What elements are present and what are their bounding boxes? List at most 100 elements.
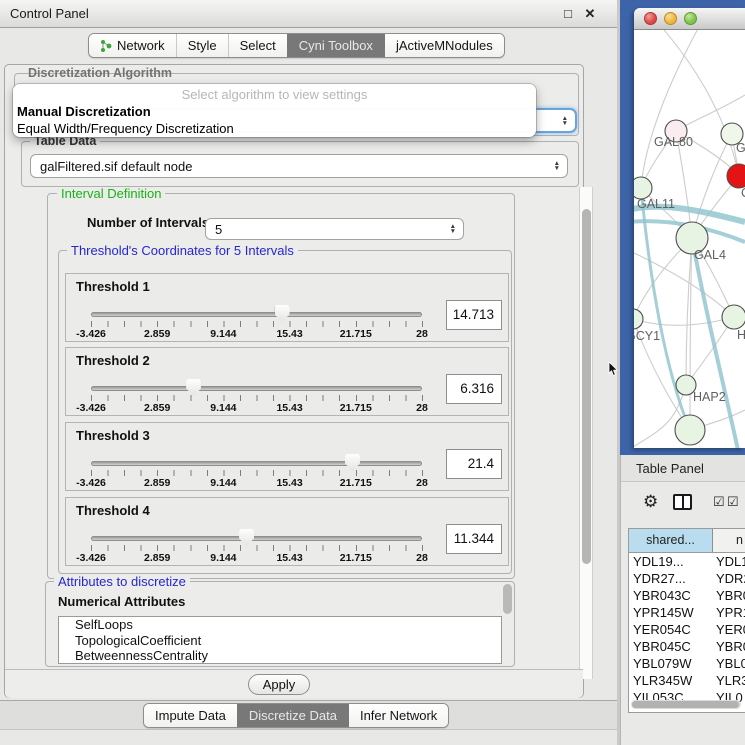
dropdown-option[interactable]: Equal Width/Frequency Discretization — [13, 120, 536, 137]
table-cell: YDR2 — [713, 570, 745, 587]
zoom-traffic-light-icon[interactable] — [684, 12, 697, 25]
node-label: HAP2 — [693, 390, 726, 404]
tab-impute-data[interactable]: Impute Data — [144, 704, 237, 727]
list-item[interactable]: SelfLoops — [59, 617, 501, 633]
minimize-traffic-light-icon[interactable] — [664, 12, 677, 25]
tick-label: -3.426 — [76, 477, 106, 489]
top-tab-bar: Network Style Select Cyni Toolbox jActiv… — [88, 33, 505, 58]
threshold-slider[interactable]: -3.4262.8599.14415.4321.71528 — [91, 528, 422, 564]
slider-thumb-icon[interactable] — [345, 454, 360, 471]
network-node[interactable] — [727, 164, 745, 188]
table-row[interactable]: YDL19...YDL1 — [629, 553, 745, 570]
tab-network[interactable]: Network — [89, 34, 176, 57]
slider-thumb-icon[interactable] — [275, 305, 290, 322]
tick-label: 21.715 — [340, 402, 372, 414]
close-icon[interactable]: ✕ — [582, 6, 598, 22]
list-scrollbar[interactable] — [503, 584, 512, 614]
network-edge[interactable] — [660, 30, 739, 176]
table-cell: YDL1 — [713, 553, 745, 570]
tab-jactivemnodules[interactable]: jActiveMNodules — [384, 34, 504, 57]
table-cell: YBL0 — [713, 655, 745, 672]
slider-ticks — [91, 545, 423, 551]
slider-track[interactable] — [91, 386, 422, 391]
gear-icon[interactable]: ⚙ — [643, 492, 658, 512]
network-node[interactable] — [634, 309, 643, 329]
combo-arrows-icon: ▲▼ — [562, 116, 568, 126]
threshold-slider[interactable]: -3.4262.8599.14415.4321.71528 — [91, 304, 422, 340]
table-row[interactable]: YBR043CYBR0 — [629, 587, 745, 604]
slider-tick-labels: -3.4262.8599.14415.4321.71528 — [91, 477, 422, 489]
tab-discretize-data[interactable]: Discretize Data — [237, 704, 348, 727]
numerical-attributes-list[interactable]: SelfLoopsTopologicalCoefficientBetweenne… — [58, 616, 502, 664]
tab-cyni-toolbox[interactable]: Cyni Toolbox — [287, 34, 384, 57]
network-view-window[interactable]: GAL80GCGAL11GAL4GCY1HHAP2 — [634, 8, 745, 448]
threshold-slider[interactable]: -3.4262.8599.14415.4321.71528 — [91, 453, 422, 489]
table-data-group: Table Data galFiltered.sif default node … — [21, 141, 579, 187]
bottom-tab-bar: Impute Data Discretize Data Infer Networ… — [143, 703, 449, 728]
table-cell: YPR1 — [713, 604, 745, 621]
slider-tick-labels: -3.4262.8599.14415.4321.71528 — [91, 328, 422, 340]
tick-label: 9.144 — [210, 402, 236, 414]
split-columns-icon[interactable] — [673, 494, 692, 510]
settings-scrollbar[interactable] — [579, 187, 593, 679]
checkbox-icon[interactable]: ☑ — [727, 494, 739, 510]
table-cell: YER054C — [629, 621, 713, 638]
tab-select[interactable]: Select — [228, 34, 287, 57]
dropdown-option[interactable]: Manual Discretization — [13, 103, 536, 120]
scrollbar-thumb[interactable] — [632, 701, 739, 708]
tab-style[interactable]: Style — [176, 34, 228, 57]
network-edge[interactable] — [634, 317, 734, 325]
tab-infer-network[interactable]: Infer Network — [348, 704, 448, 727]
table-row[interactable]: YBR045CYBR0 — [629, 638, 745, 655]
network-edge[interactable] — [641, 30, 700, 188]
slider-track[interactable] — [91, 536, 422, 541]
column-header-name[interactable]: n — [713, 529, 745, 552]
table-toolbar: ⚙ ☑ ☑ — [627, 487, 745, 521]
column-header-shared-name[interactable]: shared... — [629, 529, 713, 552]
slider-thumb-icon[interactable] — [239, 529, 254, 546]
tick-label: 21.715 — [340, 552, 372, 564]
table-data-combobox[interactable]: galFiltered.sif default node ▲▼ — [30, 154, 568, 178]
node-label: C — [741, 186, 745, 200]
slider-track[interactable] — [91, 312, 422, 317]
threshold-panel: Threshold 2 -3.4262.8599.14415.4321.7152… — [65, 347, 509, 416]
threshold-value-field[interactable]: 11.344 — [446, 524, 502, 554]
table-panel: Table Panel ⚙ ☑ ☑ shared... n YDL19...YD… — [620, 455, 745, 745]
table-cell: YBR0 — [713, 638, 745, 655]
threshold-value-field[interactable]: 21.4 — [446, 449, 502, 479]
network-edge[interactable] — [692, 134, 732, 238]
table-row[interactable]: YDR27...YDR2 — [629, 570, 745, 587]
scrollbar-thumb[interactable] — [582, 209, 591, 564]
network-window-titlebar[interactable] — [634, 8, 745, 30]
network-canvas[interactable]: GAL80GCGAL11GAL4GCY1HHAP2 — [634, 30, 745, 448]
number-of-intervals-combobox[interactable]: 5 ▲▼ — [205, 218, 464, 240]
close-traffic-light-icon[interactable] — [644, 12, 657, 25]
node-label: G — [736, 141, 745, 155]
table-cell: YDR27... — [629, 570, 713, 587]
apply-button[interactable]: Apply — [248, 674, 310, 695]
network-edge[interactable] — [692, 238, 738, 448]
list-item[interactable]: TopologicalCoefficient — [59, 633, 501, 649]
tick-label: 9.144 — [210, 328, 236, 340]
list-item[interactable]: BetweennessCentrality — [59, 648, 501, 664]
network-node[interactable] — [722, 305, 745, 329]
float-window-icon[interactable]: □ — [560, 6, 576, 22]
algorithm-dropdown-popup: Select algorithm to view settings Manual… — [13, 84, 536, 137]
table-row[interactable]: YER054CYER0 — [629, 621, 745, 638]
table-panel-title: Table Panel — [621, 455, 745, 482]
table-hscrollbar[interactable] — [631, 700, 741, 709]
threshold-label: Threshold 1 — [76, 279, 150, 294]
tick-label: 9.144 — [210, 552, 236, 564]
slider-thumb-icon[interactable] — [186, 379, 201, 396]
network-node[interactable] — [675, 415, 705, 445]
table-row[interactable]: YBL079WYBL0 — [629, 655, 745, 672]
tick-label: 28 — [416, 328, 428, 340]
network-node[interactable] — [634, 177, 652, 199]
threshold-slider[interactable]: -3.4262.8599.14415.4321.71528 — [91, 378, 422, 414]
threshold-value-field[interactable]: 14.713 — [446, 300, 502, 330]
threshold-value-field[interactable]: 6.316 — [446, 374, 502, 404]
table-row[interactable]: YPR145WYPR1 — [629, 604, 745, 621]
table-row[interactable]: YLR345WYLR3 — [629, 672, 745, 689]
checkbox-icon[interactable]: ☑ — [713, 494, 725, 510]
slider-track[interactable] — [91, 461, 422, 466]
